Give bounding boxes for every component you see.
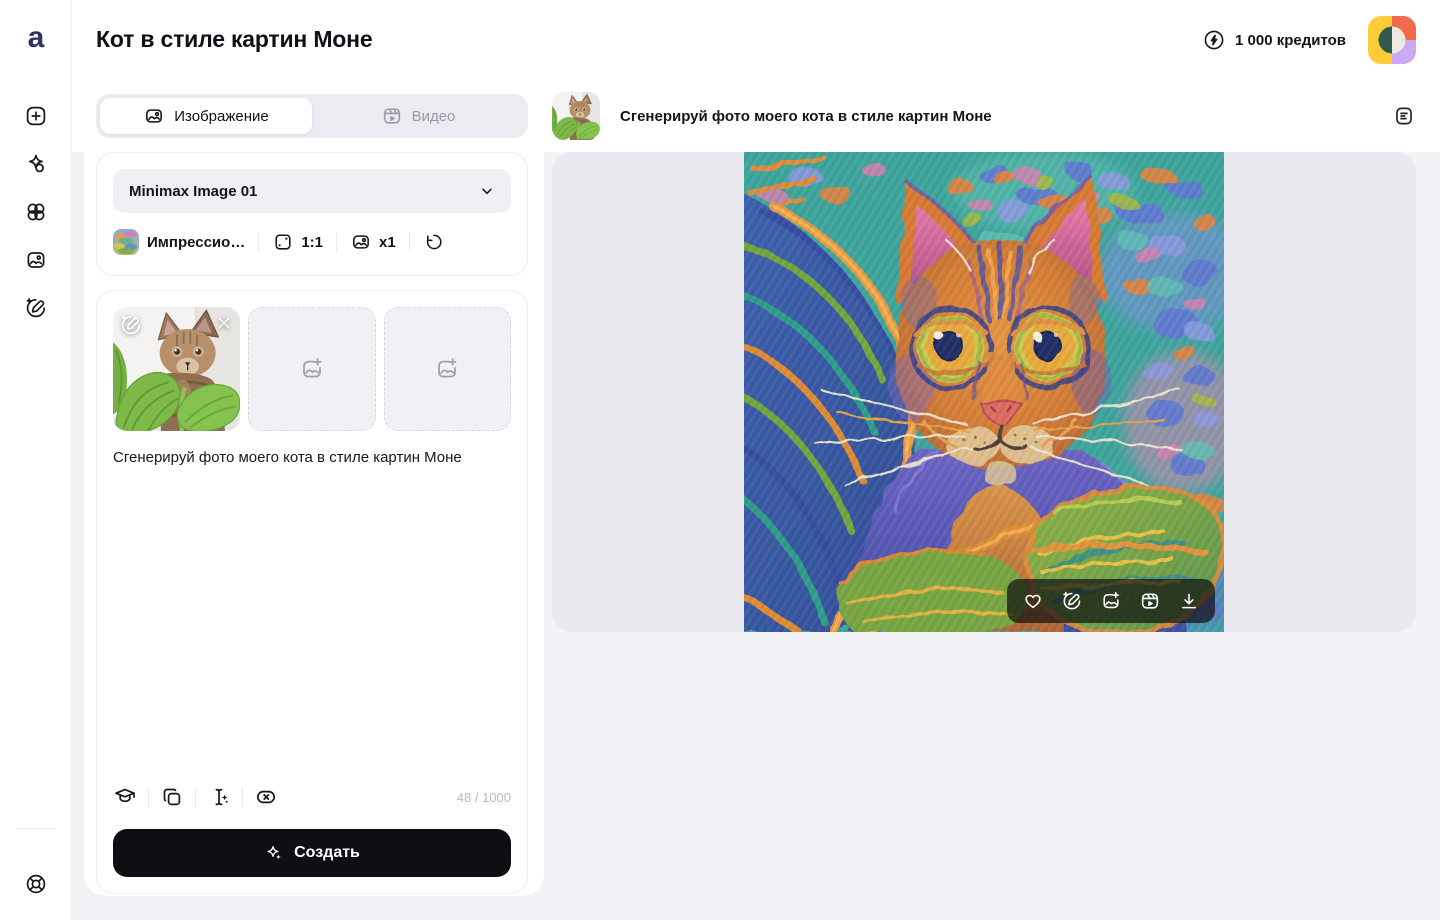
download-button[interactable] (1178, 590, 1200, 612)
uploaded-reference-image[interactable] (113, 307, 240, 431)
app-logo[interactable]: a (0, 20, 72, 56)
tab-video-label: Видео (412, 108, 456, 125)
style-label: Импрессио… (147, 234, 245, 251)
clear-icon (254, 785, 278, 809)
sparkles-icon (264, 843, 284, 863)
gallery-icon[interactable] (24, 248, 48, 272)
download-icon (1178, 590, 1200, 612)
learn-tips-button[interactable] (113, 785, 137, 809)
reels-icon (1139, 590, 1161, 612)
sidebar: a (0, 0, 72, 920)
page-title: Кот в стиле картин Моне (96, 26, 372, 53)
model-name: Minimax Image 01 (129, 183, 257, 200)
aspect-ratio-value: 1:1 (301, 234, 323, 251)
chevron-down-icon (477, 181, 497, 201)
remove-image-icon[interactable] (214, 313, 234, 333)
char-counter: 48 / 1000 (457, 790, 511, 805)
sidebar-divider (16, 828, 56, 829)
add-image-slot[interactable] (384, 307, 511, 431)
clear-prompt-button[interactable] (254, 785, 278, 809)
chat-message-row: Сгенерируй фото моего кота в стиле карти… (552, 92, 1416, 140)
image-icon (143, 105, 165, 127)
copy-icon (160, 785, 184, 809)
text-enhance-icon (207, 785, 231, 809)
tab-video[interactable]: Видео (312, 98, 524, 134)
edit-result-button[interactable] (1061, 590, 1083, 612)
images-count-value: x1 (379, 234, 396, 251)
help-buoy-icon[interactable] (24, 872, 48, 896)
like-button[interactable] (1022, 590, 1044, 612)
credits-bolt-icon (1202, 28, 1226, 52)
apps-clover-icon[interactable] (24, 200, 48, 224)
details-icon (1392, 104, 1416, 128)
use-as-reference-button[interactable] (1100, 590, 1122, 612)
user-avatar[interactable] (1368, 16, 1416, 64)
add-project-icon[interactable] (24, 104, 48, 128)
style-preview-thumb (113, 229, 139, 255)
add-image-icon (434, 356, 460, 382)
add-image-slot[interactable] (248, 307, 375, 431)
tab-image[interactable]: Изображение (100, 98, 312, 134)
result-panel (552, 152, 1416, 632)
tab-image-label: Изображение (174, 108, 269, 125)
copy-prompt-button[interactable] (160, 785, 184, 809)
generation-details-button[interactable] (1392, 104, 1416, 128)
create-button[interactable]: Создать (113, 829, 511, 877)
aspect-ratio-select[interactable]: 1:1 (272, 231, 323, 253)
enhance-prompt-button[interactable] (207, 785, 231, 809)
credits-label: 1 000 кредитов (1235, 32, 1346, 49)
ai-edit-pen-icon (1061, 590, 1083, 612)
image-count-icon (350, 231, 372, 253)
reset-icon (423, 231, 445, 253)
aspect-ratio-icon (272, 231, 294, 253)
image-actions-bar (1007, 579, 1215, 623)
edit-image-icon[interactable] (119, 313, 143, 337)
reset-settings-button[interactable] (423, 231, 445, 253)
generated-image[interactable] (744, 152, 1224, 632)
prompt-card: Сгенерируй фото моего кота в стиле карти… (96, 290, 528, 894)
shapes-sparkle-icon[interactable] (24, 152, 48, 176)
make-video-button[interactable] (1139, 590, 1161, 612)
create-button-label: Создать (294, 844, 360, 862)
model-settings-card: Minimax Image 01 Импрессио… 1:1 x1 (96, 152, 528, 276)
credits-badge[interactable]: 1 000 кредитов (1202, 28, 1346, 52)
ai-edit-pen-icon[interactable] (24, 296, 48, 320)
add-image-icon (299, 356, 325, 382)
reels-icon (381, 105, 403, 127)
message-text: Сгенерируй фото моего кота в стиле карти… (620, 108, 1372, 125)
prompt-input[interactable]: Сгенерируй фото моего кота в стиле карти… (113, 447, 511, 487)
style-select[interactable]: Импрессио… (113, 229, 245, 255)
heart-icon (1022, 590, 1044, 612)
media-type-tabs: Изображение Видео (96, 94, 528, 138)
model-select[interactable]: Minimax Image 01 (113, 169, 511, 213)
images-count-select[interactable]: x1 (350, 231, 396, 253)
add-image-icon (1100, 590, 1122, 612)
graduation-cap-icon (113, 785, 137, 809)
message-reference-thumbnail[interactable] (552, 92, 600, 140)
app-window: a Кот в стиле картин Моне (0, 0, 1440, 920)
